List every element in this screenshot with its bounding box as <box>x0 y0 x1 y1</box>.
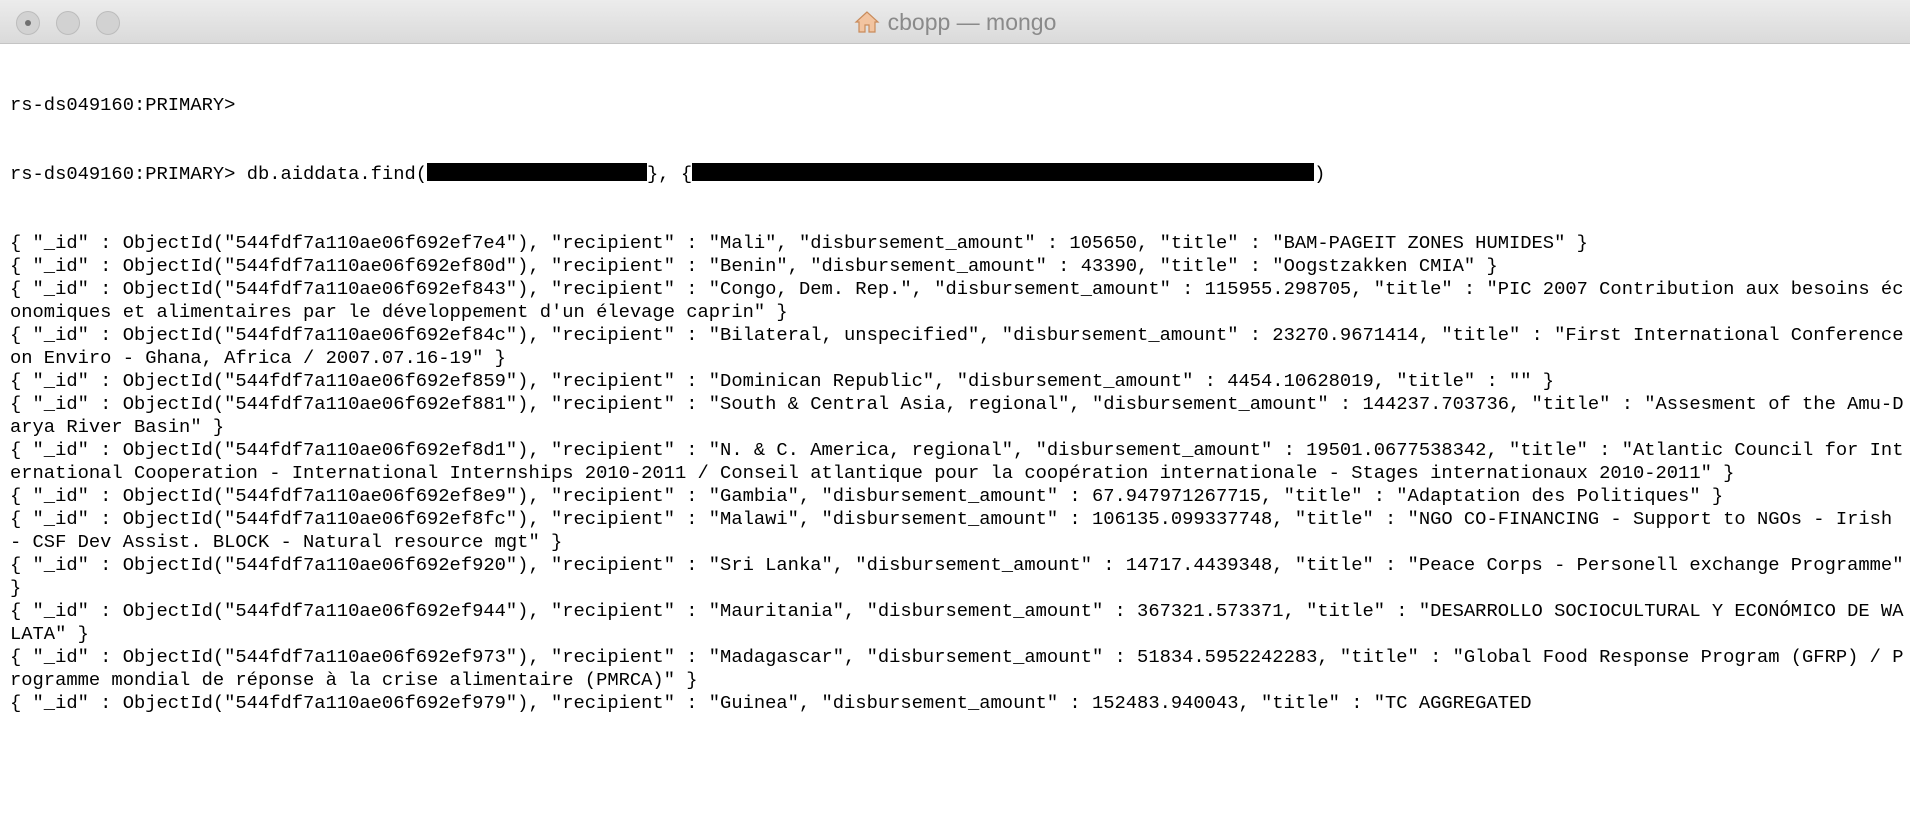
result-document: { "_id" : ObjectId("544fdf7a110ae06f692e… <box>10 485 1724 507</box>
result-document: { "_id" : ObjectId("544fdf7a110ae06f692e… <box>10 232 1588 254</box>
terminal-window: cbopp — mongo rs-ds049160:PRIMARY> rs-ds… <box>0 0 1910 816</box>
command-line: rs-ds049160:PRIMARY> db.aiddata.find( }, … <box>10 163 1905 186</box>
command-prompt: rs-ds049160:PRIMARY> <box>10 163 247 185</box>
command-text-middle: }, { <box>647 163 693 185</box>
window-title: cbopp — mongo <box>887 8 1057 35</box>
home-icon <box>854 11 880 33</box>
result-document: { "_id" : ObjectId("544fdf7a110ae06f692e… <box>10 393 1904 438</box>
command-text-start: db.aiddata.find( <box>246 163 428 185</box>
prompt-line: rs-ds049160:PRIMARY> <box>10 94 236 116</box>
result-document: { "_id" : ObjectId("544fdf7a110ae06f692e… <box>10 370 1555 392</box>
result-document: { "_id" : ObjectId("544fdf7a110ae06f692e… <box>10 508 1904 553</box>
result-document: { "_id" : ObjectId("544fdf7a110ae06f692e… <box>10 439 1904 484</box>
terminal-output[interactable]: rs-ds049160:PRIMARY> rs-ds049160:PRIMARY… <box>10 48 1905 816</box>
result-document: { "_id" : ObjectId("544fdf7a110ae06f692e… <box>10 646 1904 691</box>
window-title-group: cbopp — mongo <box>0 0 1910 44</box>
result-document: { "_id" : ObjectId("544fdf7a110ae06f692e… <box>10 255 1498 277</box>
result-document: { "_id" : ObjectId("544fdf7a110ae06f692e… <box>10 554 1904 599</box>
title-bar[interactable]: cbopp — mongo <box>0 0 1910 44</box>
redacted-block <box>692 163 1315 181</box>
result-document: { "_id" : ObjectId("544fdf7a110ae06f692e… <box>10 600 1904 645</box>
redacted-block <box>427 163 648 181</box>
command-text-end: ) <box>1314 163 1326 185</box>
result-document: { "_id" : ObjectId("544fdf7a110ae06f692e… <box>10 278 1904 323</box>
result-document: { "_id" : ObjectId("544fdf7a110ae06f692e… <box>10 692 1532 714</box>
query-results: { "_id" : ObjectId("544fdf7a110ae06f692e… <box>10 232 1905 715</box>
result-document: { "_id" : ObjectId("544fdf7a110ae06f692e… <box>10 324 1904 369</box>
